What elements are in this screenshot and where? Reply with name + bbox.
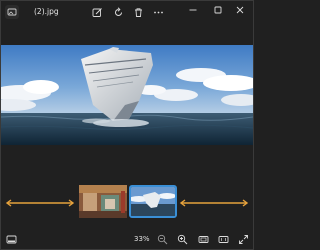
ship-thumbnail-image [131, 187, 175, 216]
left-arrow-icon [5, 199, 75, 207]
actual-size-icon [218, 235, 228, 243]
delete-button[interactable] [132, 6, 144, 18]
more-button[interactable] [152, 6, 164, 18]
thumbnail-ship[interactable] [129, 185, 177, 218]
file-name: (2).jpg [34, 7, 59, 16]
zoom-level: 33% [134, 235, 150, 243]
thumbnail-playground[interactable] [79, 185, 127, 218]
zoom-in-button[interactable] [176, 233, 188, 245]
edit-icon [92, 7, 102, 17]
filmstrip-toggle-button[interactable] [5, 233, 17, 245]
fit-icon [198, 235, 208, 243]
filmstrip [1, 183, 253, 221]
delete-icon [134, 7, 142, 17]
ship-photo [1, 45, 253, 145]
fullscreen-icon [238, 234, 248, 244]
photos-window: (2).jpg 33% [0, 0, 254, 250]
maximize-button[interactable] [208, 3, 228, 17]
right-arrow-icon [179, 199, 249, 207]
minimize-button[interactable] [183, 3, 203, 17]
edit-button[interactable] [91, 6, 103, 18]
zoom-out-icon [157, 234, 167, 244]
rotate-icon [114, 6, 122, 16]
photos-app-icon [5, 5, 19, 19]
fit-button[interactable] [197, 233, 209, 245]
zoom-in-icon [177, 234, 187, 244]
actual-size-button[interactable] [217, 233, 229, 245]
rotate-button[interactable] [112, 6, 124, 18]
close-icon [236, 6, 244, 14]
close-button[interactable] [230, 3, 250, 17]
fullscreen-button[interactable] [237, 233, 249, 245]
playground-thumbnail-image [79, 185, 127, 218]
filmstrip-toggle-icon [6, 235, 16, 243]
more-icon [153, 11, 163, 13]
zoom-out-button[interactable] [156, 233, 168, 245]
title-bar: (2).jpg [1, 1, 253, 27]
minimize-icon [189, 9, 197, 11]
status-bar: 33% [1, 229, 253, 249]
maximize-icon [214, 6, 222, 14]
image-viewer[interactable] [1, 45, 253, 145]
